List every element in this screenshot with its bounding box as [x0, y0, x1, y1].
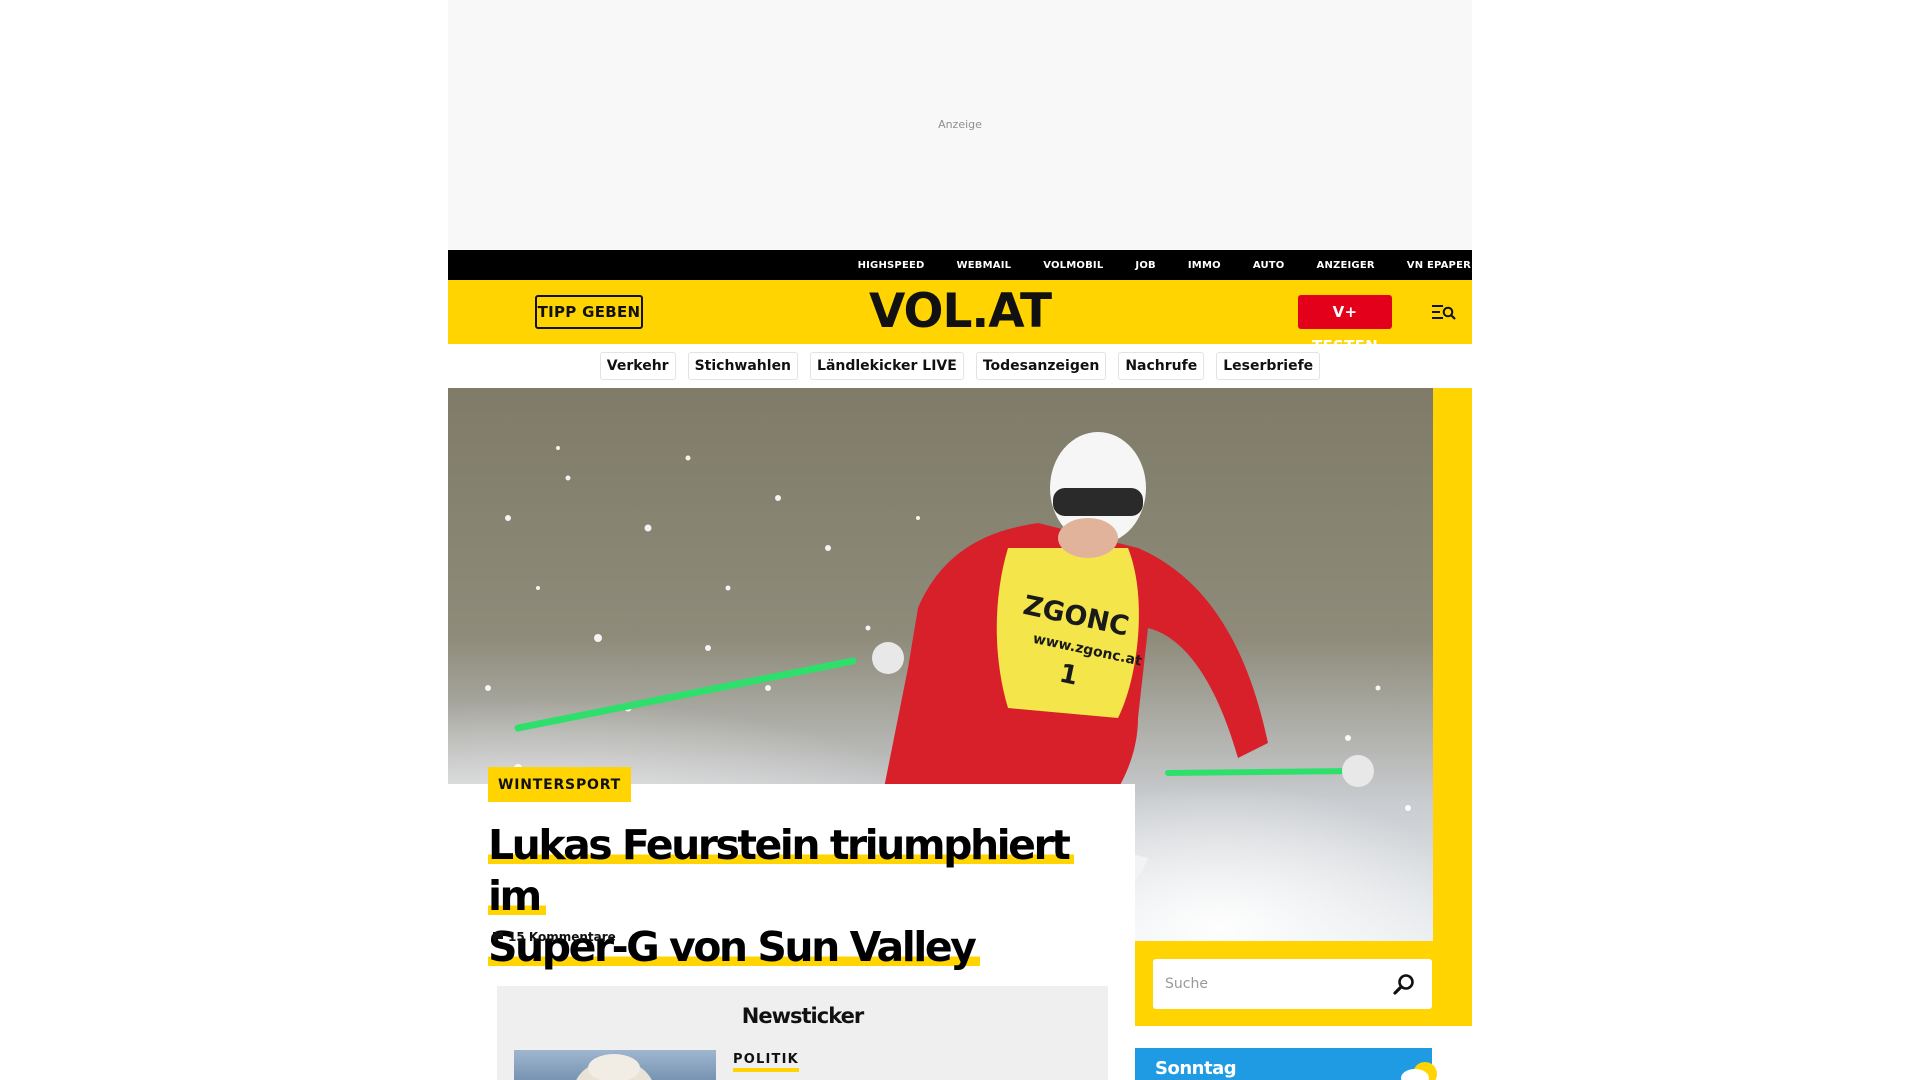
- service-link-job[interactable]: JOB: [1135, 260, 1155, 271]
- quick-nav: Verkehr Stichwahlen Ländlekicker LIVE To…: [448, 352, 1472, 382]
- sun-cloud-icon: [1401, 1062, 1437, 1080]
- service-link-webmail[interactable]: WEBMAIL: [957, 260, 1012, 271]
- ad-banner[interactable]: Anzeige: [448, 0, 1472, 250]
- quick-nav-todesanzeigen[interactable]: Todesanzeigen: [975, 352, 1107, 380]
- comments-link[interactable]: 15 Kommentare: [492, 930, 616, 944]
- menu-search-icon[interactable]: [1432, 302, 1456, 322]
- service-link-anzeiger[interactable]: ANZEIGER: [1317, 260, 1375, 271]
- site-logo[interactable]: VOL.AT: [869, 284, 1052, 339]
- service-link-highspeed[interactable]: HIGHSPEED: [858, 260, 925, 271]
- quick-nav-stichwahlen[interactable]: Stichwahlen: [687, 352, 799, 380]
- newsticker: Newsticker POLITIK: [497, 986, 1108, 1080]
- quick-nav-leserbriefe[interactable]: Leserbriefe: [1216, 352, 1321, 380]
- newsticker-thumbnail[interactable]: [514, 1050, 716, 1080]
- newsticker-title: Newsticker: [741, 1004, 864, 1028]
- service-link-vn-epaper[interactable]: VN EPAPER: [1407, 260, 1471, 271]
- quick-nav-verkehr[interactable]: Verkehr: [599, 352, 676, 380]
- service-link-auto[interactable]: AUTO: [1253, 260, 1285, 271]
- comment-icon: [493, 932, 503, 942]
- headline-line-1: Lukas Feurstein triumphiert im: [488, 821, 1075, 920]
- comments-count: 15 Kommentare: [508, 930, 616, 944]
- site-frame: Anzeige HIGHSPEED WEBMAIL VOLMOBIL JOB I…: [448, 0, 1472, 1080]
- service-links: HIGHSPEED WEBMAIL VOLMOBIL JOB IMMO AUTO…: [858, 260, 1471, 271]
- article-headline[interactable]: Lukas Feurstein triumphiert im Super-G v…: [488, 820, 1108, 973]
- hero-yellow-frame: [1433, 388, 1472, 1026]
- tipp-geben-button[interactable]: TIPP GEBEN: [535, 295, 643, 329]
- weather-day: Sonntag: [1155, 1058, 1237, 1079]
- service-link-immo[interactable]: IMMO: [1188, 260, 1221, 271]
- ad-label: Anzeige: [938, 118, 982, 131]
- vplus-testen-button[interactable]: V+ TESTEN: [1298, 295, 1392, 355]
- page: Anzeige HIGHSPEED WEBMAIL VOLMOBIL JOB I…: [0, 0, 1920, 1080]
- newsticker-category[interactable]: POLITIK: [733, 1052, 799, 1072]
- quick-nav-laendlekicker[interactable]: Ländlekicker LIVE: [810, 352, 964, 380]
- search-icon[interactable]: [1391, 972, 1417, 996]
- search-box: [1153, 959, 1432, 1009]
- weather-widget[interactable]: Sonntag: [1135, 1048, 1437, 1080]
- quick-nav-nachrufe[interactable]: Nachrufe: [1118, 352, 1205, 380]
- search-input[interactable]: [1165, 959, 1385, 1009]
- article-category-badge[interactable]: WINTERSPORT: [488, 767, 632, 802]
- site-header: TIPP GEBEN VOL.AT V+ TESTEN: [448, 280, 1472, 355]
- service-bar: HIGHSPEED WEBMAIL VOLMOBIL JOB IMMO AUTO…: [448, 250, 1472, 280]
- service-link-volmobil[interactable]: VOLMOBIL: [1043, 260, 1103, 271]
